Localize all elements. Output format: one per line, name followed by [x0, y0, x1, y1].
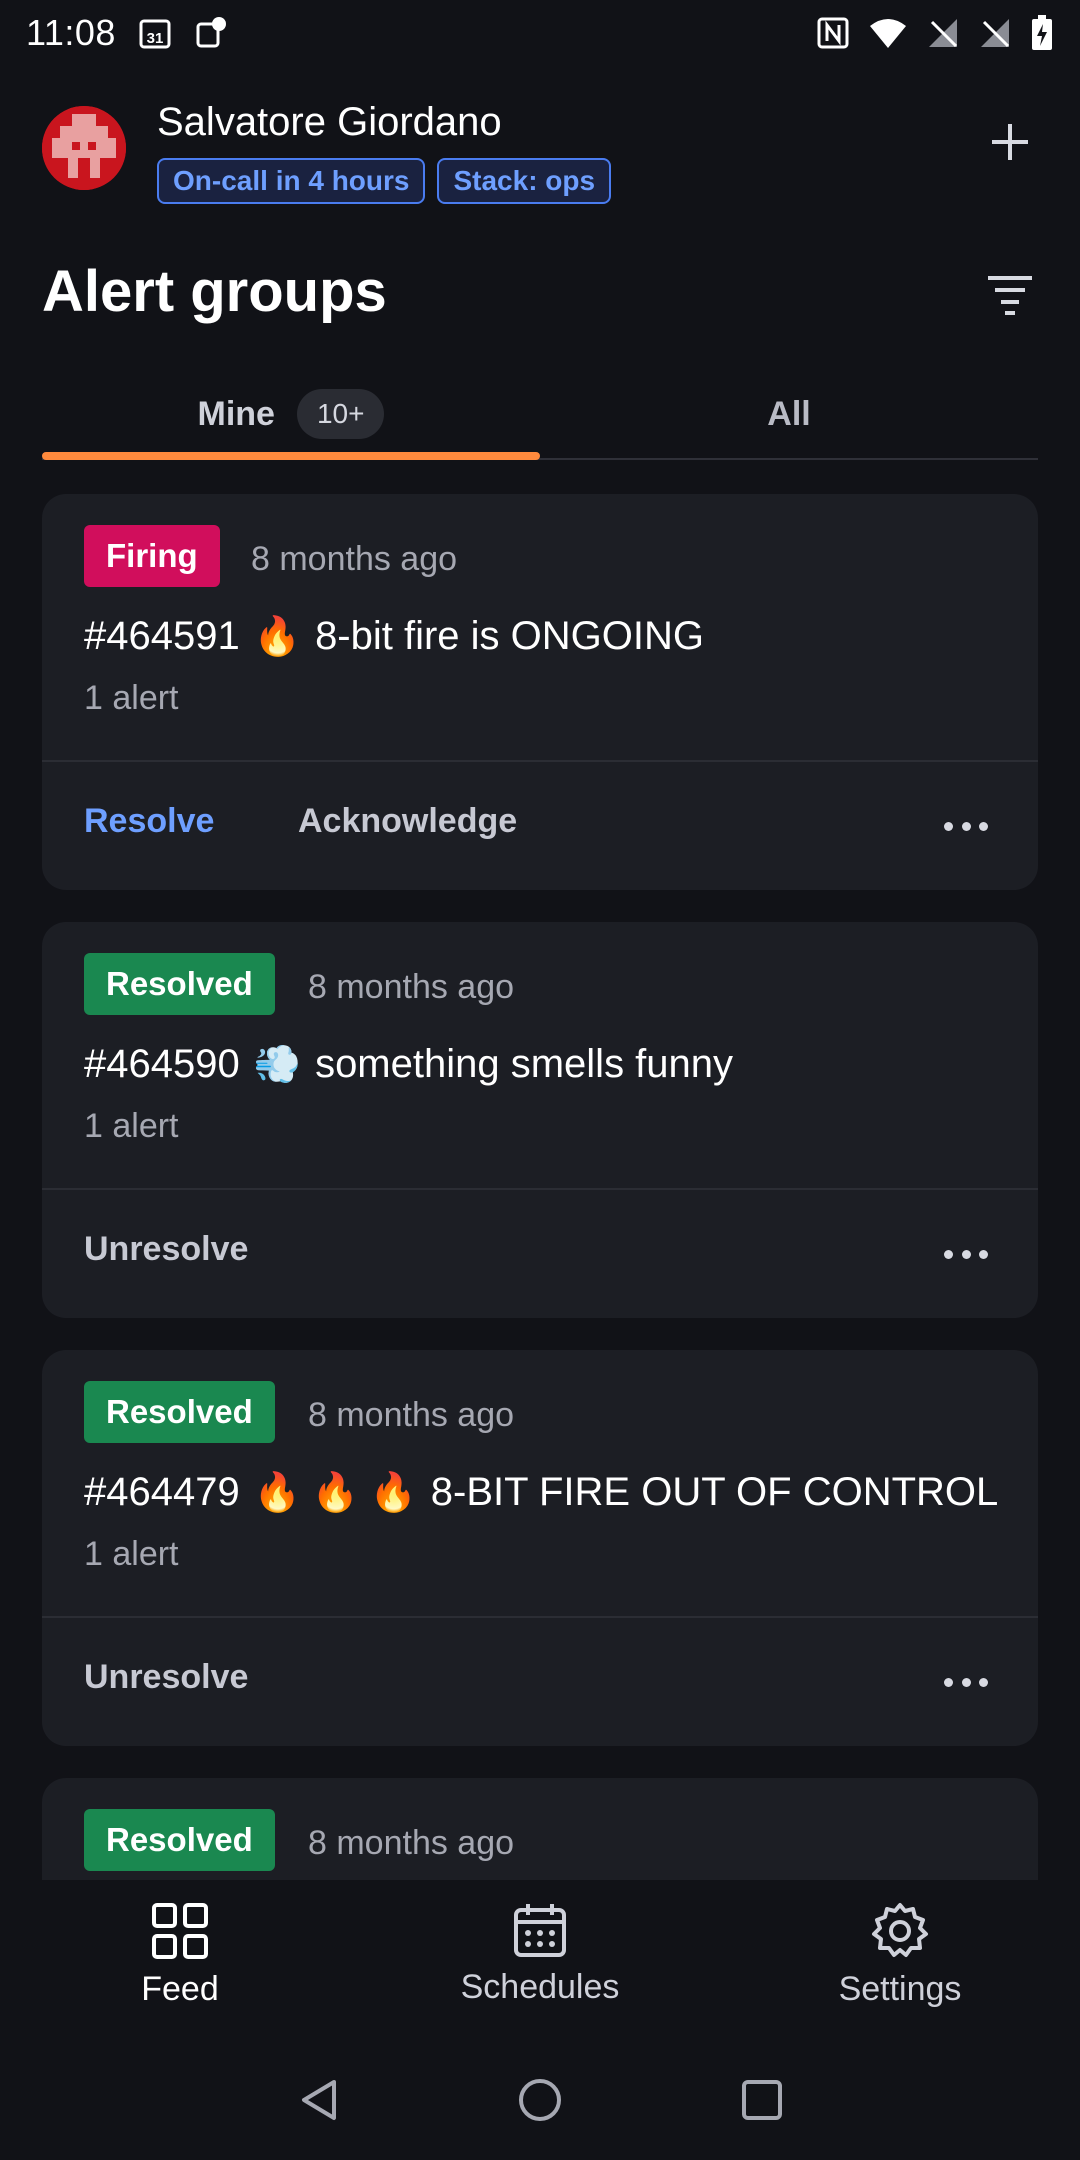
- time-ago: 8 months ago: [308, 1396, 515, 1434]
- tabs: Mine 10+ All: [42, 370, 1038, 460]
- time-ago: 8 months ago: [308, 1824, 515, 1862]
- signal-off-icon: [926, 16, 960, 50]
- alert-title-text: 8-BIT FIRE OUT OF CONTROL: [430, 1470, 999, 1514]
- more-dot: [961, 821, 971, 831]
- alert-group-card[interactable]: Resolved 8 months ago #464590 💨 somethin…: [42, 922, 1038, 1318]
- status-time: 11:08: [26, 12, 116, 53]
- card-body[interactable]: Resolved 8 months ago: [42, 1778, 1038, 1880]
- status-bar: 11:08 31: [0, 0, 1080, 66]
- alert-title-text: something smells funny: [315, 1042, 734, 1086]
- alert-group-list[interactable]: Firing 8 months ago #464591 🔥 8-bit fire…: [0, 494, 1080, 1880]
- back-button[interactable]: [292, 2072, 348, 2128]
- calendar-day: 31: [147, 30, 164, 47]
- alert-title-text: 8-bit fire is ONGOING: [315, 614, 705, 658]
- alert-count: 1 alert: [84, 1535, 179, 1573]
- more-dot: [961, 1249, 971, 1259]
- alert-count: 1 alert: [84, 1107, 179, 1145]
- status-badge: Resolved: [84, 1809, 275, 1871]
- filter-button[interactable]: [980, 264, 1040, 324]
- resolve-button[interactable]: Resolve: [84, 802, 214, 841]
- card-actions: Resolve Acknowledge: [42, 762, 1038, 888]
- card-actions: Unresolve: [42, 1190, 1038, 1316]
- grid-icon: [152, 1903, 208, 1959]
- signal-off-icon: [978, 16, 1012, 50]
- alert-id: #464590: [84, 1042, 240, 1086]
- status-badge: Firing: [84, 525, 220, 587]
- more-options-button[interactable]: [944, 1662, 988, 1702]
- dash-icon: 💨: [253, 1043, 302, 1086]
- alert-group-card[interactable]: Firing 8 months ago #464591 🔥 8-bit fire…: [42, 494, 1038, 890]
- alert-count: 1 alert: [84, 679, 179, 717]
- more-options-button[interactable]: [944, 806, 988, 846]
- calendar-icon: 31: [138, 16, 172, 50]
- add-button[interactable]: [980, 112, 1040, 172]
- tab-count-badge: 10+: [296, 389, 385, 439]
- more-dot: [979, 1677, 988, 1687]
- acknowledge-button[interactable]: Acknowledge: [298, 802, 517, 841]
- time-ago: 8 months ago: [251, 540, 458, 578]
- tab-all[interactable]: All: [540, 370, 1038, 458]
- recents-icon: [742, 2080, 782, 2120]
- home-icon: [519, 2079, 561, 2121]
- battery-charging-icon: [1030, 15, 1054, 51]
- unresolve-button[interactable]: Unresolve: [84, 1658, 248, 1697]
- status-badge: Resolved: [84, 1381, 275, 1443]
- recents-button[interactable]: [734, 2072, 790, 2128]
- nav-settings[interactable]: Settings: [750, 1902, 1050, 2022]
- user-name: Salvatore Giordano: [157, 100, 502, 144]
- page-title: Alert groups: [42, 259, 387, 324]
- card-actions: Unresolve: [42, 1618, 1038, 1744]
- unresolve-button[interactable]: Unresolve: [84, 1230, 248, 1269]
- tab-mine[interactable]: Mine 10+: [42, 370, 540, 460]
- alert-title: #464591 🔥 8-bit fire is ONGOING: [84, 614, 704, 659]
- more-dot: [979, 821, 988, 831]
- nav-label: Schedules: [460, 1968, 620, 2006]
- gear-icon: [872, 1903, 928, 1957]
- card-body[interactable]: Resolved 8 months ago #464590 💨 somethin…: [42, 922, 1038, 1190]
- back-icon: [302, 2080, 336, 2120]
- fire-icon: 🔥 🔥 🔥: [253, 1471, 417, 1514]
- fire-icon: 🔥: [253, 615, 302, 658]
- filter-icon: [988, 276, 1032, 315]
- badges: On-call in 4 hours Stack: ops: [157, 158, 612, 204]
- nav-schedules[interactable]: Schedules: [390, 1902, 690, 2022]
- card-body[interactable]: Resolved 8 months ago #464479 🔥 🔥 🔥 8-BI…: [42, 1350, 1038, 1618]
- alert-id: #464591: [84, 614, 240, 658]
- header: Salvatore Giordano On-call in 4 hours St…: [0, 96, 1080, 216]
- alert-group-card[interactable]: Resolved 8 months ago: [42, 1778, 1038, 1880]
- alert-title: #464479 🔥 🔥 🔥 8-BIT FIRE OUT OF CONTROL: [84, 1470, 998, 1515]
- tab-indicator: [42, 452, 540, 460]
- on-call-badge: On-call in 4 hours: [157, 158, 426, 204]
- nav-label: Settings: [838, 1970, 962, 2008]
- status-right: [816, 15, 1054, 51]
- nav-label: Feed: [141, 1970, 219, 2008]
- more-dot: [944, 1249, 953, 1259]
- more-options-button[interactable]: [944, 1234, 988, 1274]
- system-nav: [0, 2040, 1080, 2160]
- calendar-icon: [514, 1904, 566, 1957]
- bottom-nav: Feed Schedules Settings: [0, 1880, 1080, 2030]
- plus-icon: [992, 124, 1028, 160]
- wifi-icon: [868, 16, 908, 50]
- tab-label: All: [767, 394, 811, 433]
- alert-id: #464479: [84, 1470, 240, 1514]
- tab-label: Mine: [197, 394, 275, 433]
- time-ago: 8 months ago: [308, 968, 515, 1006]
- more-dot: [961, 1677, 971, 1687]
- more-dot: [979, 1249, 988, 1259]
- alert-group-card[interactable]: Resolved 8 months ago #464479 🔥 🔥 🔥 8-BI…: [42, 1350, 1038, 1746]
- alert-title: #464590 💨 something smells funny: [84, 1042, 733, 1087]
- more-dot: [944, 1677, 953, 1687]
- nav-feed[interactable]: Feed: [30, 1902, 330, 2022]
- more-dot: [944, 821, 953, 831]
- stack-badge[interactable]: Stack: ops: [437, 158, 612, 204]
- status-badge: Resolved: [84, 953, 275, 1015]
- notification-icon: [194, 16, 228, 50]
- title-row: Alert groups: [0, 250, 1080, 340]
- nfc-icon: [816, 16, 850, 50]
- status-left: 11:08 31: [26, 12, 228, 54]
- avatar[interactable]: [42, 106, 126, 190]
- home-button[interactable]: [512, 2072, 568, 2128]
- card-body[interactable]: Firing 8 months ago #464591 🔥 8-bit fire…: [42, 494, 1038, 762]
